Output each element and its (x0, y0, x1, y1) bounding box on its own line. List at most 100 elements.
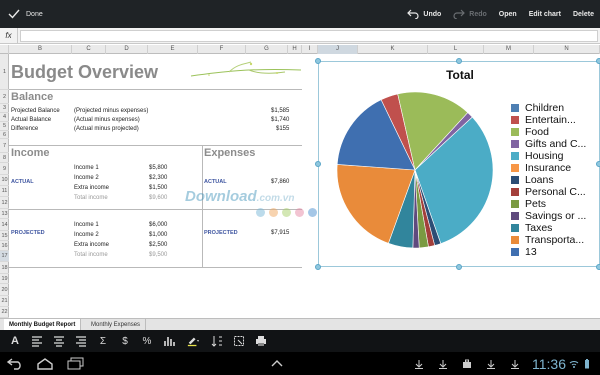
open-button[interactable]: Open (493, 0, 523, 28)
legend-swatch (511, 152, 519, 160)
legend-item: Personal C... (511, 186, 586, 198)
percent-icon: % (142, 335, 152, 347)
fx-label: fx (0, 27, 18, 44)
column-header[interactable]: E (148, 45, 198, 54)
expenses-heading: Expenses (204, 147, 256, 159)
undo-button[interactable]: Undo (401, 0, 447, 28)
resize-handle[interactable] (456, 58, 462, 64)
resize-handle[interactable] (315, 264, 321, 270)
legend-swatch (511, 224, 519, 232)
legend-swatch (511, 248, 519, 256)
align-left-button[interactable] (26, 330, 48, 352)
row-header[interactable]: 5 (0, 122, 9, 131)
balance-value: $1,740 (271, 117, 290, 123)
currency-button[interactable]: $ (114, 330, 136, 352)
legend-item: 13 (511, 246, 586, 258)
row-header[interactable]: 22 (0, 307, 9, 318)
resize-handle[interactable] (315, 161, 321, 167)
row-header[interactable]: 20 (0, 284, 9, 296)
redo-button[interactable]: Redo (447, 0, 493, 28)
done-button[interactable]: Done (0, 0, 43, 28)
align-center-button[interactable] (48, 330, 70, 352)
row-header[interactable]: 18 (0, 262, 9, 274)
print-button[interactable] (250, 330, 272, 352)
row-header[interactable]: 17 (0, 251, 9, 262)
row-header[interactable]: 7 (0, 139, 9, 153)
balance-label: Actual Balance (11, 117, 52, 123)
column-header-selected[interactable]: J (318, 45, 358, 54)
row-header[interactable]: 14 (0, 219, 9, 231)
delete-button[interactable]: Delete (567, 0, 600, 28)
download-icon (487, 359, 495, 369)
legend-item: Children (511, 102, 586, 114)
row-header-column: 1 2 3 4 5 6 7 8 9 10 11 12 13 14 15 16 1… (0, 54, 9, 318)
back-button[interactable] (0, 352, 30, 375)
highlighter-icon (187, 337, 199, 347)
column-header[interactable]: L (428, 45, 484, 54)
income-label: Income 1 (74, 222, 99, 228)
font-style-button[interactable]: A (4, 330, 26, 352)
resize-handle[interactable] (315, 58, 321, 64)
battery-icon (585, 358, 589, 368)
pie-chart[interactable] (335, 90, 495, 250)
watermark-text: Download (185, 188, 257, 205)
sum-button[interactable]: Σ (92, 330, 114, 352)
income-total-value: $9,600 (149, 195, 168, 201)
chart-title: Total (446, 68, 474, 82)
column-header[interactable]: I (302, 45, 318, 54)
formula-input[interactable] (20, 29, 598, 42)
status-tray[interactable]: 11:36 (408, 352, 600, 375)
income-total-value: $9,500 (149, 252, 168, 258)
column-header[interactable]: D (106, 45, 148, 54)
percent-button[interactable]: % (136, 330, 158, 352)
row-header[interactable]: 9 (0, 163, 9, 175)
actual-label: ACTUAL (11, 179, 34, 185)
row-header[interactable]: 6 (0, 131, 9, 139)
column-header[interactable]: K (358, 45, 428, 54)
row-header[interactable]: 21 (0, 296, 9, 307)
legend-swatch (511, 116, 519, 124)
income-label: Income 1 (74, 165, 99, 171)
row-header[interactable]: 11 (0, 186, 9, 197)
column-header[interactable]: N (534, 45, 600, 54)
insert-chart-button[interactable] (158, 330, 180, 352)
bar-chart-icon (164, 337, 175, 346)
legend-item: Entertain... (511, 114, 586, 126)
resize-handle[interactable] (596, 264, 600, 270)
column-header[interactable]: G (246, 45, 288, 54)
pie-chart-object[interactable]: Total Children Entertain... Food Gifts and … (318, 61, 600, 267)
legend-swatch (511, 236, 519, 244)
home-button[interactable] (30, 352, 60, 375)
expand-menu-button[interactable] (262, 352, 292, 375)
row-header[interactable]: 15 (0, 231, 9, 241)
edit-chart-button[interactable]: Edit chart (523, 0, 567, 28)
column-header[interactable]: F (198, 45, 246, 54)
sort-button[interactable] (206, 330, 228, 352)
corner-cell[interactable] (0, 45, 9, 54)
row-header[interactable]: 2 (0, 90, 9, 104)
row-header[interactable]: 13 (0, 209, 9, 219)
select-range-button[interactable] (228, 330, 250, 352)
row-header[interactable]: 1 (0, 54, 9, 90)
row-header[interactable]: 8 (0, 153, 9, 163)
column-header[interactable]: C (72, 45, 106, 54)
checkmark-icon (8, 9, 20, 19)
resize-handle[interactable] (596, 58, 600, 64)
row-header[interactable]: 4 (0, 113, 9, 122)
action-bar: Done Undo Redo Open Edit chart Delete (0, 0, 600, 28)
income-label: Income 2 (74, 175, 99, 181)
row-header[interactable]: 16 (0, 241, 9, 251)
row-header[interactable]: 10 (0, 175, 9, 186)
recent-apps-button[interactable] (60, 352, 90, 375)
fill-color-button[interactable] (180, 330, 206, 352)
resize-handle[interactable] (596, 161, 600, 167)
resize-handle[interactable] (456, 264, 462, 270)
chart-legend: Children Entertain... Food Gifts and C... Ho… (511, 102, 586, 258)
column-header[interactable]: H (288, 45, 302, 54)
row-header[interactable]: 19 (0, 274, 9, 284)
row-header[interactable]: 3 (0, 104, 9, 113)
column-header[interactable]: B (9, 45, 72, 54)
align-right-button[interactable] (70, 330, 92, 352)
row-header[interactable]: 12 (0, 197, 9, 209)
column-header[interactable]: M (484, 45, 534, 54)
